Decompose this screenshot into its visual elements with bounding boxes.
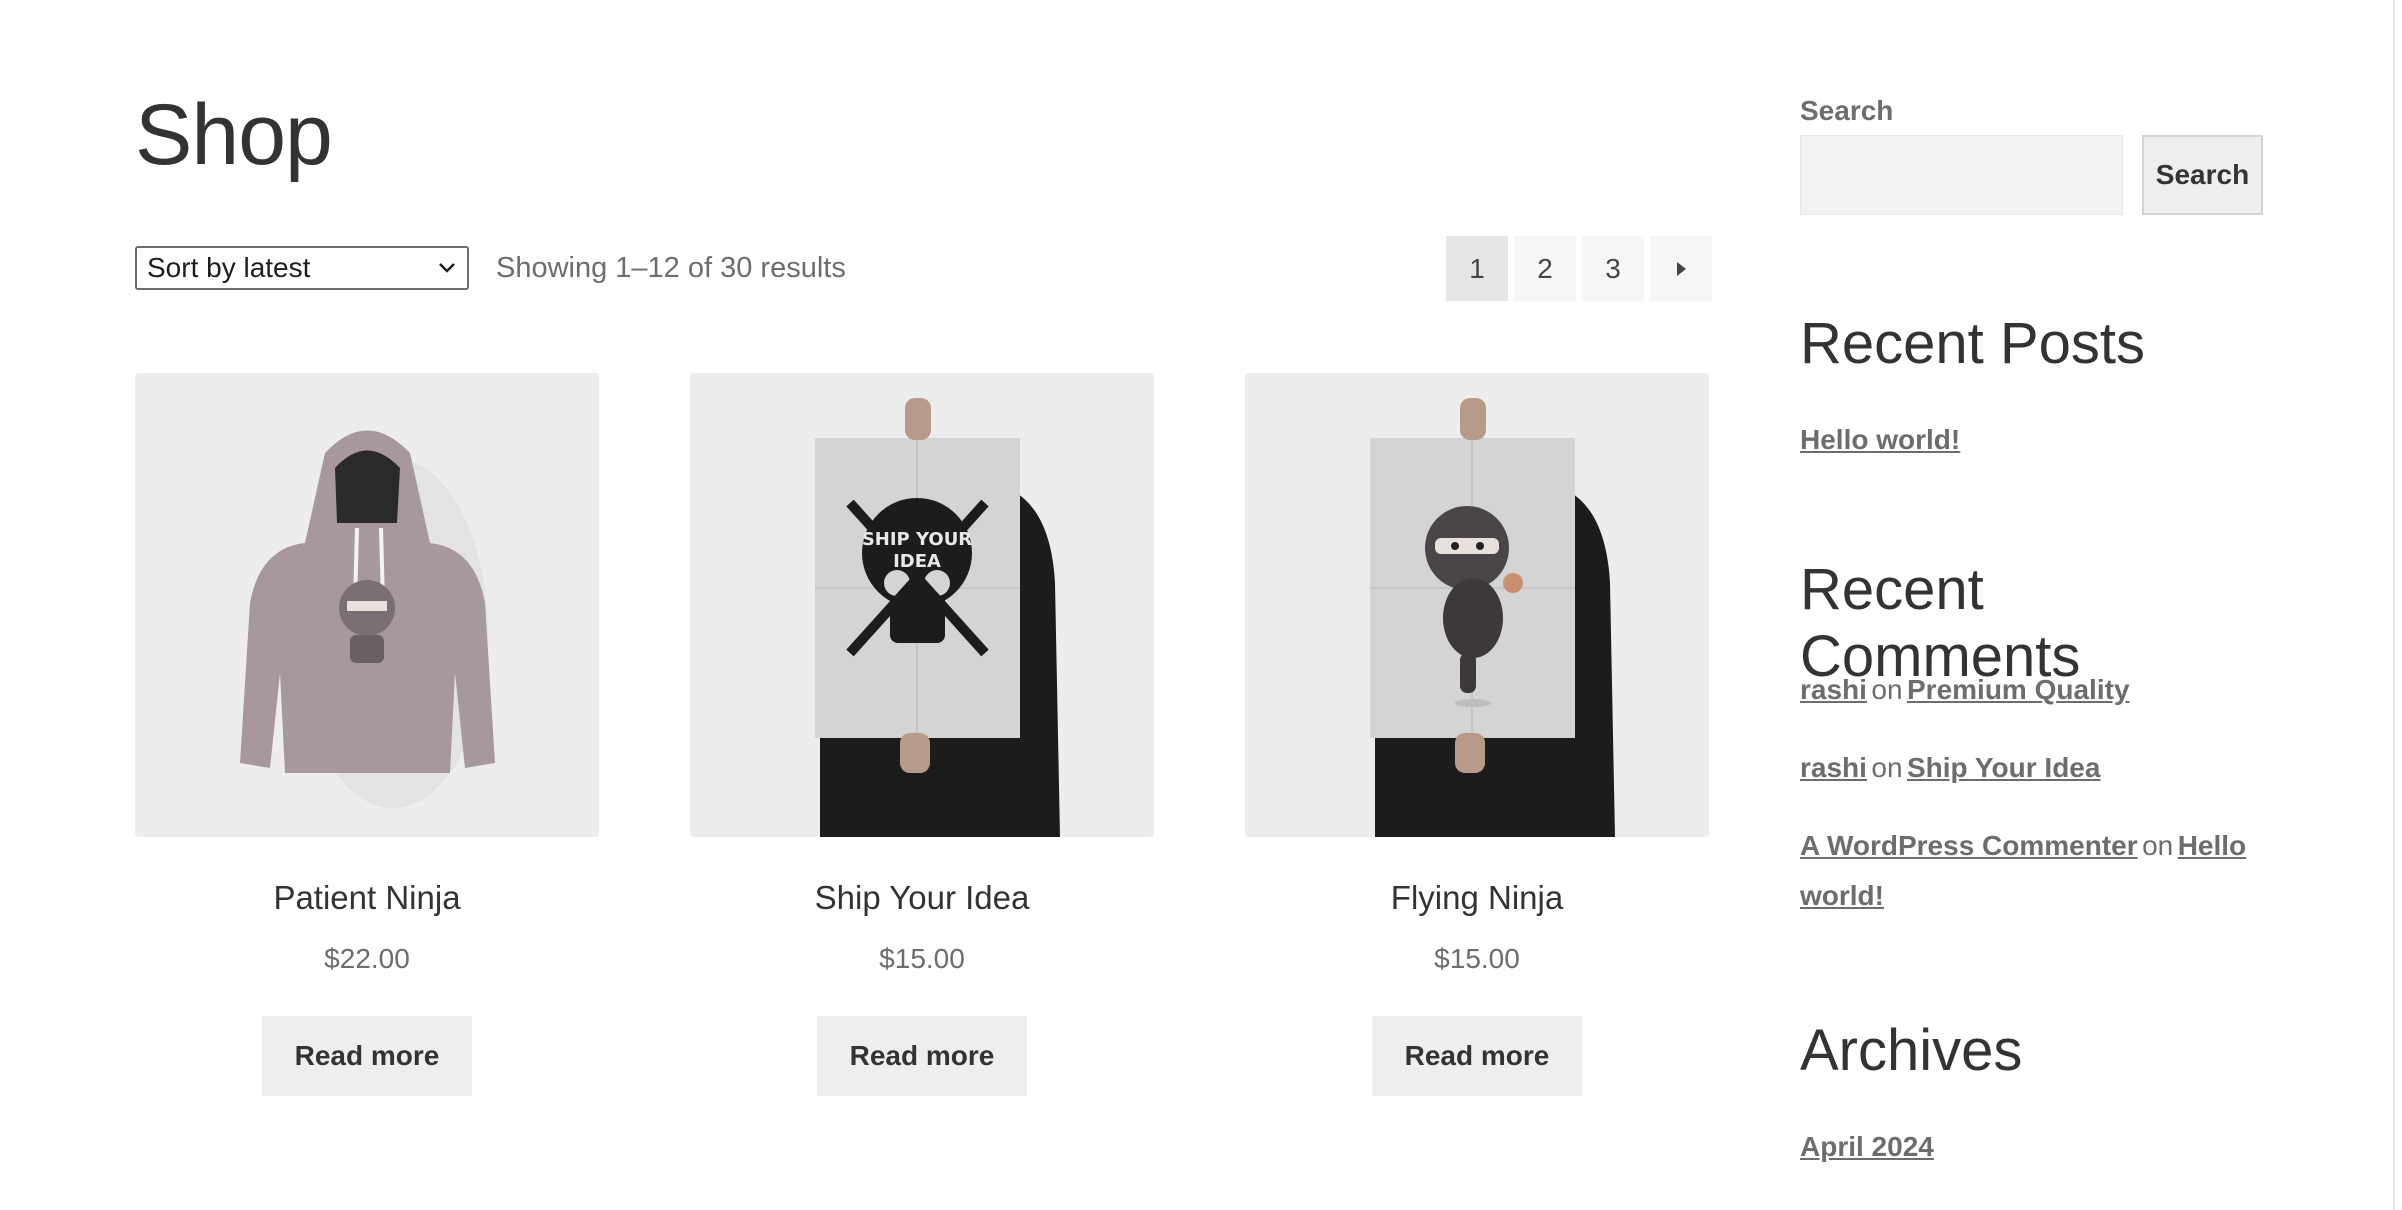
archive-link[interactable]: April 2024: [1800, 1131, 1934, 1162]
recent-comment-item: A WordPress Commenter on Hello: [1800, 821, 2246, 876]
comment-connector: on: [1871, 674, 1903, 705]
poster-text-line1: SHIP YOUR: [862, 529, 972, 550]
recent-post-item: Hello world!: [1800, 415, 1960, 470]
recent-post-link[interactable]: Hello world!: [1800, 424, 1960, 455]
sort-select-value: Sort by latest: [147, 252, 311, 283]
page-3-link[interactable]: 3: [1582, 236, 1644, 301]
sort-select[interactable]: Sort by latest: [135, 246, 469, 290]
recent-comment-item: rashi on Ship Your Idea: [1800, 743, 2100, 798]
read-more-button[interactable]: Read more: [262, 1016, 472, 1096]
comment-post-link[interactable]: Ship Your Idea: [1907, 752, 2100, 783]
chevron-down-icon: [439, 263, 455, 273]
search-input[interactable]: [1800, 135, 2123, 215]
sidebar: Search Search Recent Posts Hello world! …: [1800, 0, 2280, 1210]
product-price: $22.00: [324, 943, 410, 974]
comment-author-link[interactable]: A WordPress Commenter: [1800, 830, 2138, 861]
product-card: Flying Ninja $15.00 Read more: [1245, 373, 1709, 1096]
product-image[interactable]: [1245, 373, 1709, 837]
archive-item: April 2024: [1800, 1122, 1934, 1177]
product-price: $15.00: [1434, 943, 1520, 974]
comment-author-link[interactable]: rashi: [1800, 752, 1867, 783]
comment-post-link[interactable]: Premium Quality: [1907, 674, 2130, 705]
main-content: Shop Sort by latest Showing 1–12 of 30 r…: [135, 0, 1712, 1210]
read-more-button[interactable]: Read more: [1372, 1016, 1582, 1096]
result-count: Showing 1–12 of 30 results: [496, 252, 846, 284]
product-name[interactable]: Ship Your Idea: [690, 879, 1154, 917]
comment-author-link[interactable]: rashi: [1800, 674, 1867, 705]
poster-image: SHIP YOUR IDEA: [815, 398, 1060, 837]
product-image[interactable]: [135, 373, 599, 837]
comment-connector: on: [2142, 830, 2174, 861]
product-name[interactable]: Patient Ninja: [135, 879, 599, 917]
triangle-right-icon: [1677, 261, 1686, 276]
read-more-button[interactable]: Read more: [817, 1016, 1027, 1096]
page-1-current: 1: [1446, 236, 1508, 301]
product-card: SHIP YOUR IDEA Ship Your Idea $15.00 Rea…: [690, 373, 1154, 1096]
product-image[interactable]: SHIP YOUR IDEA: [690, 373, 1154, 837]
comment-post-link[interactable]: Hello: [2178, 830, 2246, 861]
pagination: 1 2 3: [1446, 236, 1712, 301]
product-card: Patient Ninja $22.00 Read more: [135, 373, 599, 1096]
poster-image: [1370, 398, 1615, 837]
poster-text-line2: IDEA: [893, 551, 941, 572]
page-title: Shop: [135, 87, 333, 183]
archives-title: Archives: [1800, 1018, 2023, 1083]
search-label: Search: [1800, 95, 1894, 126]
recent-posts-title: Recent Posts: [1800, 311, 2145, 376]
product-grid: Patient Ninja $22.00 Read more SHIP YOUR…: [135, 373, 1709, 1096]
recent-comment-item-wrap: world!: [1800, 871, 1884, 926]
recent-comment-item: rashi on Premium Quality: [1800, 665, 2130, 720]
product-price: $15.00: [879, 943, 965, 974]
next-page-button[interactable]: [1650, 236, 1712, 301]
hoodie-image: [240, 430, 495, 808]
comment-connector: on: [1871, 752, 1903, 783]
product-name[interactable]: Flying Ninja: [1245, 879, 1709, 917]
search-button[interactable]: Search: [2142, 135, 2263, 215]
comment-post-link[interactable]: world!: [1800, 880, 1884, 911]
scrollbar-edge: [2393, 0, 2395, 1210]
page-2-link[interactable]: 2: [1514, 236, 1576, 301]
